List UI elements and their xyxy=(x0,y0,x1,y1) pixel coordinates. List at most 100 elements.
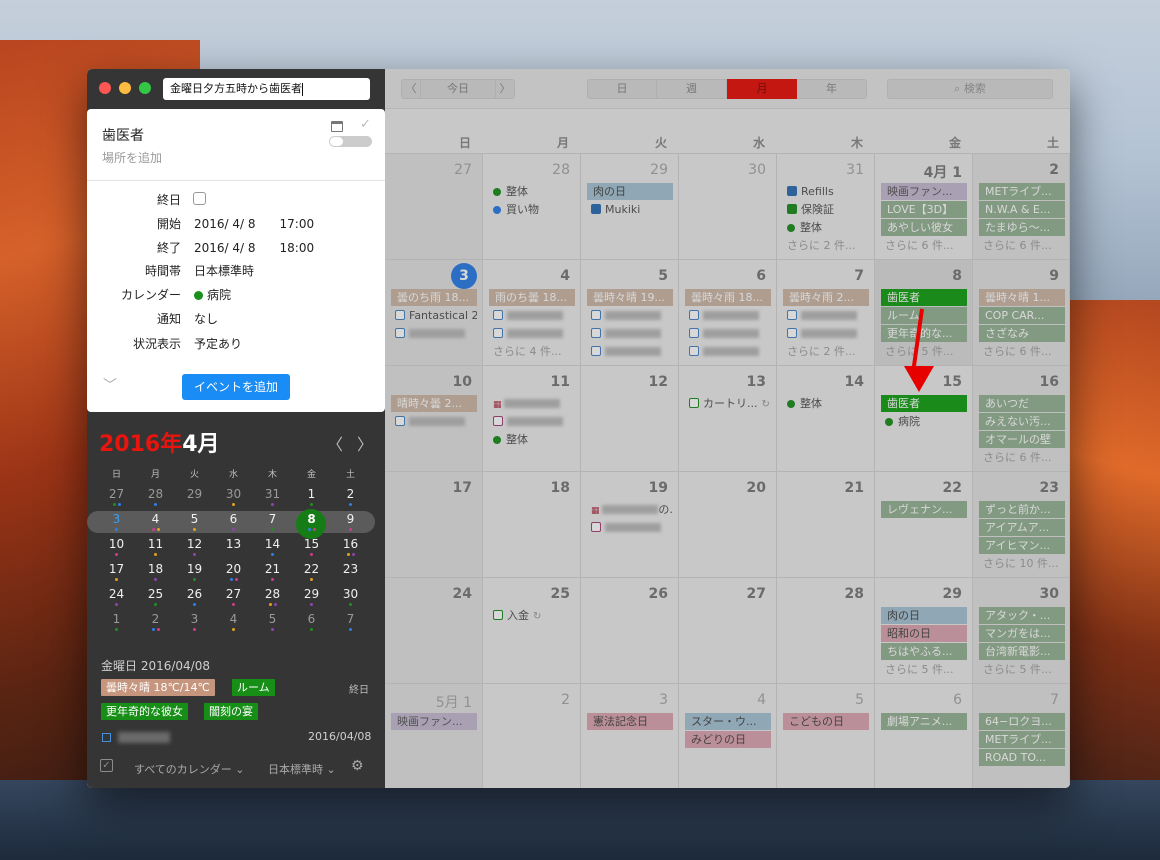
mini-calendar-event-dots xyxy=(292,578,331,582)
mini-calendar-day[interactable]: 7 xyxy=(253,512,292,526)
mini-calendar-day[interactable]: 2 xyxy=(331,487,370,501)
mini-calendar-day[interactable]: 3 xyxy=(175,612,214,626)
mini-calendar-day[interactable]: 4 xyxy=(214,612,253,626)
event-task-toggle[interactable] xyxy=(329,136,372,147)
event-dot xyxy=(273,603,277,606)
mini-calendar-day[interactable]: 8 xyxy=(292,512,331,526)
mini-calendar-event-dots xyxy=(136,628,175,632)
event-dot xyxy=(349,628,352,631)
chevron-down-icon[interactable]: ﹀ xyxy=(103,375,117,395)
start-row: 開始 2016/ 4/ 8 17:00 xyxy=(87,213,385,233)
mini-calendar-day[interactable]: 28 xyxy=(253,587,292,601)
mini-calendar-day[interactable]: 27 xyxy=(214,587,253,601)
mini-calendar-day[interactable]: 1 xyxy=(292,487,331,501)
mini-calendar-day[interactable]: 17 xyxy=(97,562,136,576)
mini-calendar-event-dots xyxy=(97,528,136,532)
mini-calendar-day[interactable]: 26 xyxy=(175,587,214,601)
allday-label: 終日 xyxy=(156,193,181,207)
mini-calendar-event-dots xyxy=(331,553,370,557)
mini-calendar-event-dots xyxy=(253,578,292,582)
timezone-dropdown[interactable]: 日本標準時 ⌄ xyxy=(268,761,336,777)
mini-calendar-day[interactable]: 6 xyxy=(214,512,253,526)
calendar-set-dropdown[interactable]: すべてのカレンダー ⌄ xyxy=(134,761,245,777)
tasks-toggle-icon[interactable]: ✓ xyxy=(100,759,113,772)
event-dot xyxy=(310,603,313,606)
event-location-field[interactable]: 場所を追加 xyxy=(102,149,162,166)
mini-calendar-event-dots xyxy=(253,503,292,507)
mini-calendar-day[interactable]: 28 xyxy=(136,487,175,501)
mini-calendar-day[interactable]: 6 xyxy=(292,612,331,626)
timezone-value[interactable]: 日本標準時 xyxy=(194,262,254,279)
mini-calendar-day[interactable]: 5 xyxy=(175,512,214,526)
event-dot xyxy=(193,553,196,556)
mini-calendar-event-dots xyxy=(136,528,175,532)
mini-calendar-day[interactable]: 24 xyxy=(97,587,136,601)
mini-calendar-day[interactable]: 21 xyxy=(253,562,292,576)
mini-weekday-label: 木 xyxy=(267,470,277,480)
alert-value[interactable]: なし xyxy=(194,310,218,327)
mini-calendar-event-dots xyxy=(175,628,214,632)
mini-calendar-event-dots xyxy=(214,628,253,632)
mini-calendar-day[interactable]: 7 xyxy=(331,612,370,626)
start-datetime[interactable]: 2016/ 4/ 8 17:00 xyxy=(194,215,314,232)
event-chip-movie-2[interactable]: 闇刻の宴 xyxy=(204,703,258,720)
checkmark-icon[interactable]: ✓ xyxy=(360,117,371,132)
mini-calendar-day[interactable]: 9 xyxy=(331,512,370,526)
end-datetime[interactable]: 2016/ 4/ 8 18:00 xyxy=(194,239,314,256)
calendar-icon[interactable] xyxy=(331,121,343,132)
mini-calendar-day[interactable]: 3 xyxy=(97,512,136,526)
allday-checkbox[interactable] xyxy=(193,192,206,205)
mini-calendar-day[interactable]: 12 xyxy=(175,537,214,551)
event-dot xyxy=(271,553,274,556)
mini-calendar-day[interactable]: 25 xyxy=(136,587,175,601)
event-chip-movie-1[interactable]: 更年奇的な彼女 xyxy=(101,703,188,720)
mini-calendar-day[interactable]: 1 xyxy=(97,612,136,626)
show-as-label: 状況表示 xyxy=(132,337,181,351)
mini-calendar-day[interactable]: 31 xyxy=(253,487,292,501)
mini-calendar-day[interactable]: 16 xyxy=(331,537,370,551)
mini-calendar-day[interactable]: 5 xyxy=(253,612,292,626)
gear-icon[interactable]: ⚙ xyxy=(351,758,364,774)
natural-language-input[interactable]: 金曜日夕方五時から歯医者 xyxy=(163,78,370,100)
mini-calendar-next-icon[interactable]: 〉 xyxy=(357,431,373,455)
minimize-window-button[interactable] xyxy=(119,82,131,94)
mini-calendar-day[interactable]: 20 xyxy=(214,562,253,576)
mini-calendar-day[interactable]: 30 xyxy=(214,487,253,501)
mini-calendar-day[interactable]: 2 xyxy=(136,612,175,626)
popover-divider xyxy=(87,180,385,181)
mini-calendar-day[interactable]: 30 xyxy=(331,587,370,601)
mini-calendar-day[interactable]: 18 xyxy=(136,562,175,576)
weather-chip[interactable]: 曇時々晴 18℃/14℃ xyxy=(101,679,215,696)
mini-calendar-event-dots xyxy=(292,528,331,532)
mini-calendar-event-dots xyxy=(136,553,175,557)
event-dot xyxy=(115,553,118,556)
mini-calendar-day[interactable]: 27 xyxy=(97,487,136,501)
mini-calendar-prev-icon[interactable]: 〈 xyxy=(327,431,343,455)
sidebar: 金曜日夕方五時から歯医者 歯医者 場所を追加 ✓ 終日 開始 2016/ 4/ … xyxy=(87,69,385,788)
mini-calendar-day[interactable]: 14 xyxy=(253,537,292,551)
show-as-value[interactable]: 予定あり xyxy=(194,335,242,352)
event-dot xyxy=(115,578,118,581)
mini-calendar-day[interactable]: 22 xyxy=(292,562,331,576)
mini-calendar-event-dots xyxy=(292,503,331,507)
mini-calendar-event-dots xyxy=(97,553,136,557)
alert-label: 通知 xyxy=(156,312,181,326)
mini-calendar-day[interactable]: 4 xyxy=(136,512,175,526)
event-dot xyxy=(151,628,155,631)
close-window-button[interactable] xyxy=(99,82,111,94)
event-title[interactable]: 歯医者 xyxy=(102,125,144,145)
mini-calendar-day[interactable]: 19 xyxy=(175,562,214,576)
event-chip-room[interactable]: ルーム xyxy=(232,679,275,696)
zoom-window-button[interactable] xyxy=(139,82,151,94)
add-event-button[interactable]: イベントを追加 xyxy=(182,374,290,400)
mini-calendar-day[interactable]: 23 xyxy=(331,562,370,576)
mini-calendar-event-dots xyxy=(97,603,136,607)
task-checkbox[interactable] xyxy=(102,733,111,742)
mini-calendar-day[interactable]: 11 xyxy=(136,537,175,551)
mini-calendar-day[interactable]: 10 xyxy=(97,537,136,551)
mini-calendar-day[interactable]: 29 xyxy=(292,587,331,601)
mini-calendar-day[interactable]: 29 xyxy=(175,487,214,501)
mini-calendar-day[interactable]: 13 xyxy=(214,537,253,551)
mini-calendar-day[interactable]: 15 xyxy=(292,537,331,551)
calendar-value[interactable]: 病院 xyxy=(194,286,231,303)
